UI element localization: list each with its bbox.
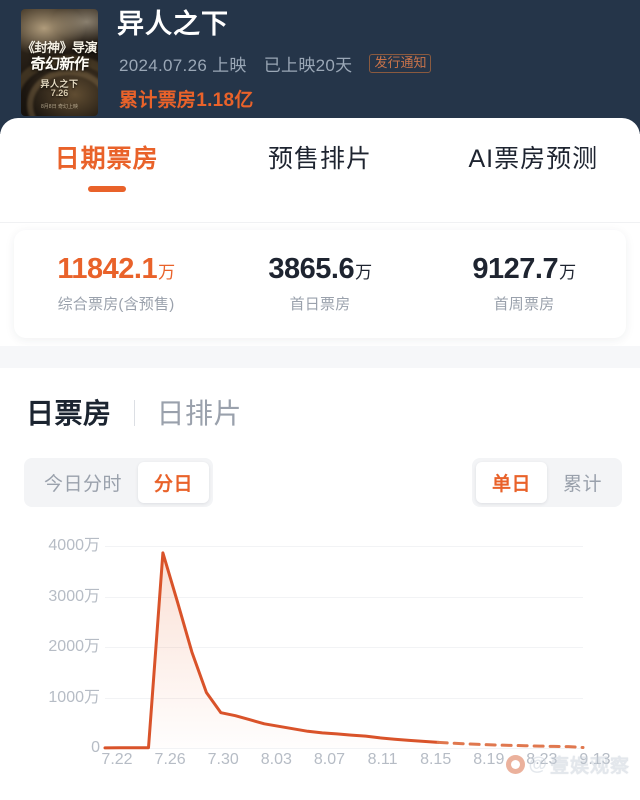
toggle-cumulative[interactable]: 累计: [547, 462, 618, 503]
movie-header: 《封神》导演 奇幻新作 异人之下 7.26 8月8日 奇幻上映 异人之下 202…: [0, 0, 640, 134]
x-axis-tick-label: 8.07: [313, 751, 346, 768]
toggle-single-day[interactable]: 单日: [475, 462, 547, 503]
poster-release-date: 7.26: [50, 88, 69, 98]
tab-date-box-office-label: 日期票房: [54, 145, 159, 173]
stat-first-day: 3865.6万 首日票房: [218, 230, 422, 338]
stat-first-week: 9127.7万 首周票房: [422, 230, 626, 338]
tab-indicator-inactive-2: [514, 186, 552, 192]
tab-bar: 日期票房 预售排片 AI票房预测: [0, 145, 640, 212]
daily-box-office-section: 日票房 日排片 今日分时 分日 单日 累计 0 1000万 2000万 3000万 40…: [0, 368, 640, 800]
tab-indicator-inactive-1: [301, 186, 339, 192]
x-axis-tick-label: 8.15: [420, 751, 452, 768]
release-date-text: 2024.07.26 上映: [119, 56, 247, 75]
poster-tagline-genre: 奇幻新作: [29, 56, 90, 73]
chart-line-forecast: [436, 740, 585, 749]
chart-line-svg: [103, 551, 585, 750]
movie-meta-row: 2024.07.26 上映 已上映20天 发行通知: [119, 51, 432, 76]
tab-active-indicator: [87, 185, 126, 192]
movie-poster[interactable]: 《封神》导演 奇幻新作 异人之下 7.26 8月8日 奇幻上映: [21, 9, 98, 116]
box-office-chart[interactable]: 0 1000万 2000万 3000万 4000万 7.22 7.26 7.30 8.03 8.…: [0, 518, 640, 800]
tab-bar-divider: [0, 222, 640, 223]
page-root: 《封神》导演 奇幻新作 异人之下 7.26 8月8日 奇幻上映 异人之下 202…: [0, 0, 640, 800]
stat-first-day-value: 3865.6万: [268, 252, 372, 285]
stat-first-week-unit: 万: [559, 262, 576, 282]
stat-total-label: 综合票房(含预售): [57, 295, 175, 313]
tab-date-box-office[interactable]: 日期票房: [0, 145, 213, 212]
x-axis-tick-label: 7.22: [101, 751, 133, 768]
stat-total-box-office: 11842.1万 综合票房(含预售): [14, 230, 218, 338]
cumulative-box-office: 累计票房1.18亿: [119, 90, 254, 111]
stats-panel: 11842.1万 综合票房(含预售) 3865.6万 首日票房 9127.7万 …: [14, 230, 626, 338]
x-axis-labels: 7.22 7.26 7.30 8.03 8.07 8.11 8.15 8.19 8.23 9.13: [0, 752, 640, 782]
page-title: 异人之下: [117, 9, 229, 39]
toggle-by-day[interactable]: 分日: [138, 462, 210, 503]
tab-ai-forecast-label: AI票房预测: [468, 145, 599, 173]
section-header: 日票房 日排片: [26, 392, 242, 432]
summary-card: 日期票房 预售排片 AI票房预测 11842.1万 综合票房(含预售) 3865…: [0, 118, 640, 346]
tab-presale-schedule-label: 预售排片: [267, 145, 372, 173]
stat-total-unit: 万: [158, 262, 175, 282]
x-axis-tick-label: 8.23: [526, 751, 558, 768]
x-axis-tick-label: 8.03: [260, 751, 292, 768]
time-granularity-toggle: 今日分时 分日: [24, 458, 214, 507]
poster-footer-text: 8月8日 奇幻上映: [41, 104, 78, 110]
stat-first-week-value: 9127.7万: [472, 252, 576, 285]
section-tab-daily-box-office[interactable]: 日票房: [26, 392, 112, 432]
release-notice-badge[interactable]: 发行通知: [369, 53, 432, 74]
stat-total-number: 11842.1: [57, 252, 158, 285]
x-axis-tick-label: 8.19: [473, 751, 505, 768]
stat-total-value: 11842.1万: [57, 252, 175, 285]
stat-first-day-number: 3865.6: [268, 252, 355, 285]
stat-first-week-label: 首周票房: [493, 295, 555, 313]
x-axis-tick-label: 9.13: [579, 751, 611, 768]
days-since-release-text: 已上映20天: [263, 56, 353, 75]
stat-first-day-unit: 万: [355, 262, 372, 282]
tab-presale-schedule[interactable]: 预售排片: [213, 145, 426, 212]
aggregation-toggle: 单日 累计: [471, 458, 622, 507]
stat-first-week-number: 9127.7: [472, 252, 559, 285]
stat-first-day-label: 首日票房: [289, 295, 351, 313]
section-title-divider: [133, 400, 135, 426]
section-gap-band: [0, 346, 640, 368]
tab-ai-forecast[interactable]: AI票房预测: [427, 145, 640, 212]
x-axis-tick-label: 8.11: [367, 751, 398, 768]
x-axis-tick-label: 7.30: [207, 751, 239, 768]
x-axis-tick-label: 7.26: [154, 751, 186, 768]
toggle-today-hourly[interactable]: 今日分时: [28, 462, 138, 503]
section-tab-daily-schedule[interactable]: 日排片: [157, 392, 243, 432]
